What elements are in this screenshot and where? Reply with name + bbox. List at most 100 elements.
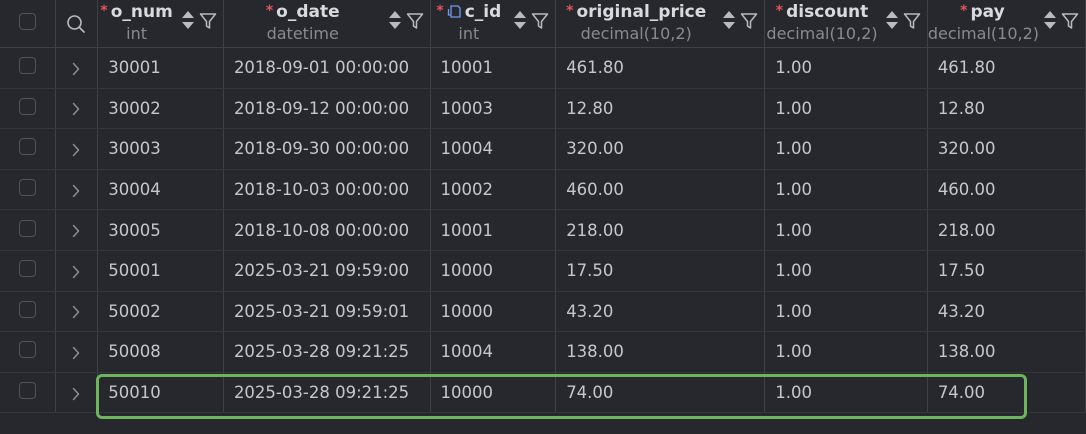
chevron-right-icon[interactable] <box>71 305 81 319</box>
cell-original-price[interactable]: 320.00 <box>555 128 766 170</box>
cell-c-id[interactable]: 10002 <box>430 169 557 211</box>
cell-pay[interactable]: 218.00 <box>927 209 1086 251</box>
cell-o-date[interactable]: 2018-09-30 00:00:00 <box>223 128 431 170</box>
cell-discount[interactable]: 1.00 <box>764 169 928 211</box>
row-checkbox[interactable] <box>18 260 36 278</box>
cell-discount[interactable]: 1.00 <box>764 372 928 414</box>
table-row[interactable]: 30003 2018-09-30 00:00:00 10004 320.00 1.00 3… <box>0 128 1086 170</box>
filter-icon[interactable] <box>199 12 217 30</box>
chevron-right-icon[interactable] <box>71 387 81 401</box>
cell-original-price[interactable]: 218.00 <box>555 209 766 251</box>
cell-o-date[interactable]: 2018-10-03 00:00:00 <box>223 169 431 211</box>
cell-o-date[interactable]: 2025-03-21 09:59:01 <box>223 291 431 333</box>
chevron-right-icon[interactable] <box>71 224 81 238</box>
row-checkbox[interactable] <box>18 179 36 197</box>
row-checkbox[interactable] <box>18 300 36 318</box>
sort-icon[interactable] <box>885 10 899 30</box>
select-all-checkbox[interactable] <box>18 13 36 30</box>
column-header-original-price[interactable]: * original_price decimal(10,2) <box>555 0 766 48</box>
cell-pay[interactable]: 138.00 <box>927 331 1086 373</box>
column-header-c-id[interactable]: * c_id int <box>430 0 557 48</box>
cell-c-id[interactable]: 10000 <box>430 372 557 414</box>
cell-discount[interactable]: 1.00 <box>764 250 928 292</box>
cell-c-id[interactable]: 10004 <box>430 331 557 373</box>
cell-c-id[interactable]: 10001 <box>430 47 557 89</box>
cell-pay[interactable]: 461.80 <box>927 47 1086 89</box>
cell-c-id[interactable]: 10003 <box>430 88 557 130</box>
cell-original-price[interactable]: 460.00 <box>555 169 766 211</box>
chevron-right-icon[interactable] <box>71 265 81 279</box>
sort-icon[interactable] <box>513 10 527 30</box>
cell-discount[interactable]: 1.00 <box>764 47 928 89</box>
cell-o-num[interactable]: 30003 <box>97 128 224 170</box>
cell-pay[interactable]: 12.80 <box>927 88 1086 130</box>
cell-discount[interactable]: 1.00 <box>764 88 928 130</box>
cell-discount[interactable]: 1.00 <box>764 291 928 333</box>
chevron-right-icon[interactable] <box>71 102 81 116</box>
filter-icon[interactable] <box>406 12 424 30</box>
chevron-right-icon[interactable] <box>71 184 81 198</box>
filter-icon[interactable] <box>1061 12 1079 30</box>
cell-o-num[interactable]: 30005 <box>97 209 224 251</box>
cell-original-price[interactable]: 12.80 <box>555 88 766 130</box>
row-checkbox[interactable] <box>18 382 36 400</box>
cell-pay[interactable]: 460.00 <box>927 169 1086 211</box>
chevron-right-icon[interactable] <box>71 62 81 76</box>
filter-icon[interactable] <box>531 12 549 30</box>
sort-icon[interactable] <box>181 10 195 30</box>
search-icon[interactable] <box>66 14 86 34</box>
cell-o-date[interactable]: 2025-03-28 09:21:25 <box>223 331 431 373</box>
table-row[interactable]: 50008 2025-03-28 09:21:25 10004 138.00 1.00 1… <box>0 331 1086 373</box>
cell-o-num[interactable]: 30001 <box>97 47 224 89</box>
row-checkbox[interactable] <box>18 97 36 115</box>
column-header-o-num[interactable]: * o_num int <box>97 0 224 48</box>
cell-discount[interactable]: 1.00 <box>764 331 928 373</box>
cell-discount[interactable]: 1.00 <box>764 209 928 251</box>
table-row[interactable]: 50010 2025-03-28 09:21:25 10000 74.00 1.00 74… <box>0 372 1086 414</box>
cell-o-date[interactable]: 2018-09-01 00:00:00 <box>223 47 431 89</box>
column-header-o-date[interactable]: * o_date datetime <box>223 0 431 48</box>
cell-c-id[interactable]: 10000 <box>430 291 557 333</box>
sort-icon[interactable] <box>1043 10 1057 30</box>
chevron-right-icon[interactable] <box>71 346 81 360</box>
cell-original-price[interactable]: 43.20 <box>555 291 766 333</box>
cell-original-price[interactable]: 17.50 <box>555 250 766 292</box>
cell-o-num[interactable]: 50008 <box>97 331 224 373</box>
column-header-pay[interactable]: * pay decimal(10,2) <box>927 0 1086 48</box>
column-header-discount[interactable]: * discount decimal(10,2) <box>764 0 928 48</box>
table-row[interactable]: 50001 2025-03-21 09:59:00 10000 17.50 1.00 17… <box>0 250 1086 292</box>
cell-pay[interactable]: 17.50 <box>927 250 1086 292</box>
cell-pay[interactable]: 320.00 <box>927 128 1086 170</box>
cell-o-date[interactable]: 2025-03-28 09:21:25 <box>223 372 431 414</box>
cell-c-id[interactable]: 10001 <box>430 209 557 251</box>
cell-c-id[interactable]: 10004 <box>430 128 557 170</box>
row-checkbox[interactable] <box>18 219 36 237</box>
cell-o-num[interactable]: 30002 <box>97 88 224 130</box>
table-row[interactable]: 30002 2018-09-12 00:00:00 10003 12.80 1.00 12… <box>0 88 1086 130</box>
cell-o-num[interactable]: 30004 <box>97 169 224 211</box>
cell-o-num[interactable]: 50002 <box>97 291 224 333</box>
cell-original-price[interactable]: 138.00 <box>555 331 766 373</box>
filter-icon[interactable] <box>740 12 758 30</box>
table-row[interactable]: 30005 2018-10-08 00:00:00 10001 218.00 1.00 2… <box>0 209 1086 251</box>
cell-o-date[interactable]: 2025-03-21 09:59:00 <box>223 250 431 292</box>
cell-o-date[interactable]: 2018-09-12 00:00:00 <box>223 88 431 130</box>
filter-icon[interactable] <box>903 12 921 30</box>
row-checkbox[interactable] <box>18 138 36 156</box>
chevron-right-icon[interactable] <box>71 143 81 157</box>
cell-discount[interactable]: 1.00 <box>764 128 928 170</box>
row-checkbox[interactable] <box>18 341 36 359</box>
cell-c-id[interactable]: 10000 <box>430 250 557 292</box>
table-row[interactable]: 30004 2018-10-03 00:00:00 10002 460.00 1.00 4… <box>0 169 1086 211</box>
cell-pay[interactable]: 43.20 <box>927 291 1086 333</box>
sort-icon[interactable] <box>722 10 736 30</box>
cell-o-num[interactable]: 50010 <box>97 372 224 414</box>
cell-pay[interactable]: 74.00 <box>927 372 1086 414</box>
table-row[interactable]: 30001 2018-09-01 00:00:00 10001 461.80 1.00 4… <box>0 47 1086 89</box>
table-row[interactable]: 50002 2025-03-21 09:59:01 10000 43.20 1.00 43… <box>0 291 1086 333</box>
sort-icon[interactable] <box>388 10 402 30</box>
cell-o-date[interactable]: 2018-10-08 00:00:00 <box>223 209 431 251</box>
cell-original-price[interactable]: 74.00 <box>555 372 766 414</box>
cell-o-num[interactable]: 50001 <box>97 250 224 292</box>
row-checkbox[interactable] <box>18 57 36 75</box>
